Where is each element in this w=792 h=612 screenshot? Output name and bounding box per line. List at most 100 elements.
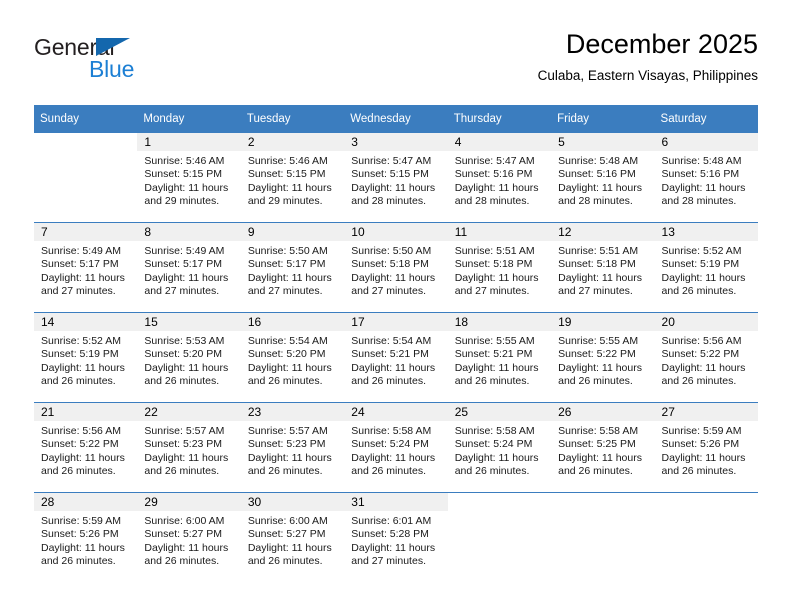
sunrise-text: Sunrise: 5:59 AM (41, 515, 121, 527)
day-details: Sunrise: 5:57 AM Sunset: 5:23 PM Daylight:… (137, 421, 240, 479)
day-details: Sunrise: 5:51 AM Sunset: 5:18 PM Daylight:… (551, 241, 654, 299)
sunset-text: Sunset: 5:19 PM (41, 348, 119, 361)
daylight-text-line1: Daylight: 11 hours (144, 451, 229, 464)
calendar-day-cell[interactable]: 8 Sunrise: 5:49 AM Sunset: 5:17 PM Daylight… (137, 222, 241, 313)
day-cell-content: 19 Sunrise: 5:55 AM Sunset: 5:22 PM Dayligh… (551, 313, 655, 402)
calendar-day-cell[interactable]: 17 Sunrise: 5:54 AM Sunset: 5:21 PM Dayligh… (344, 312, 448, 403)
daylight-text-line2: and 28 minutes. (454, 195, 530, 208)
day-details: Sunrise: 5:47 AM Sunset: 5:15 PM Daylight:… (344, 151, 447, 209)
calendar-body: 1 Sunrise: 5:46 AM Sunset: 5:15 PM Daylight… (34, 133, 758, 582)
day-number: 29 (137, 493, 241, 511)
calendar-day-cell[interactable]: 20 Sunrise: 5:56 AM Sunset: 5:22 PM Dayligh… (654, 312, 758, 403)
calendar-day-cell[interactable]: 29 Sunrise: 6:00 AM Sunset: 5:27 PM Dayligh… (137, 492, 241, 582)
calendar-day-cell[interactable]: 10 Sunrise: 5:50 AM Sunset: 5:18 PM Dayligh… (344, 222, 448, 313)
sunset-text: Sunset: 5:20 PM (144, 348, 223, 361)
day-number: 7 (34, 223, 138, 241)
calendar-day-cell[interactable]: 21 Sunrise: 5:56 AM Sunset: 5:22 PM Dayligh… (34, 402, 138, 493)
calendar-day-cell[interactable]: 25 Sunrise: 5:58 AM Sunset: 5:24 PM Dayligh… (447, 402, 552, 493)
calendar-day-cell[interactable]: 16 Sunrise: 5:54 AM Sunset: 5:20 PM Dayligh… (240, 312, 345, 403)
calendar-day-cell[interactable]: 6 Sunrise: 5:48 AM Sunset: 5:16 PM Daylight… (654, 133, 758, 223)
daylight-text-line1: Daylight: 11 hours (247, 541, 332, 554)
day-cell-content: 27 Sunrise: 5:59 AM Sunset: 5:26 PM Dayligh… (654, 403, 758, 492)
general-blue-logo[interactable]: General Blue (34, 34, 164, 86)
sunset-text: Sunset: 5:24 PM (351, 438, 429, 451)
day-details: Sunrise: 5:48 AM Sunset: 5:16 PM Daylight:… (551, 151, 654, 209)
sunset-text: Sunset: 5:17 PM (247, 258, 326, 271)
day-number: 31 (344, 493, 448, 511)
daylight-text-line2: and 26 minutes. (558, 465, 633, 478)
weekday-header-sunday: Sunday (34, 105, 138, 133)
title-block: December 2025 Culaba, Eastern Visayas, P… (538, 28, 758, 86)
day-cell-content: 23 Sunrise: 5:57 AM Sunset: 5:23 PM Dayligh… (240, 403, 345, 492)
sunset-text: Sunset: 5:19 PM (661, 258, 740, 271)
page-header: General Blue December 2025 Culaba, Easte… (34, 28, 758, 96)
calendar-day-cell[interactable]: 11 Sunrise: 5:51 AM Sunset: 5:18 PM Dayligh… (447, 222, 552, 313)
calendar-day-cell[interactable]: 15 Sunrise: 5:53 AM Sunset: 5:20 PM Dayligh… (137, 312, 241, 403)
calendar-day-cell[interactable]: 31 Sunrise: 6:01 AM Sunset: 5:28 PM Dayligh… (344, 492, 448, 582)
daylight-text-line1: Daylight: 11 hours (247, 451, 332, 464)
daylight-text-line2: and 26 minutes. (454, 465, 530, 478)
sunrise-text: Sunrise: 5:58 AM (454, 425, 535, 437)
daylight-text-line1: Daylight: 11 hours (351, 271, 436, 284)
day-cell-content: 17 Sunrise: 5:54 AM Sunset: 5:21 PM Dayligh… (344, 313, 448, 402)
calendar-day-cell[interactable]: 18 Sunrise: 5:55 AM Sunset: 5:21 PM Dayligh… (447, 312, 552, 403)
day-number: 22 (137, 403, 241, 421)
calendar-day-cell[interactable]: 23 Sunrise: 5:57 AM Sunset: 5:23 PM Dayligh… (240, 402, 345, 493)
calendar-day-cell[interactable]: 12 Sunrise: 5:51 AM Sunset: 5:18 PM Dayligh… (551, 222, 655, 313)
sunset-text: Sunset: 5:18 PM (558, 258, 636, 271)
day-details: Sunrise: 5:51 AM Sunset: 5:18 PM Daylight:… (448, 241, 551, 299)
calendar-day-cell[interactable]: 7 Sunrise: 5:49 AM Sunset: 5:17 PM Daylight… (34, 222, 138, 313)
day-cell-content: 1 Sunrise: 5:46 AM Sunset: 5:15 PM Daylight… (137, 133, 241, 222)
calendar-day-cell[interactable]: 28 Sunrise: 5:59 AM Sunset: 5:26 PM Dayligh… (34, 492, 138, 582)
day-number: 12 (551, 223, 655, 241)
day-details: Sunrise: 5:55 AM Sunset: 5:21 PM Daylight:… (448, 331, 551, 389)
day-number: 30 (240, 493, 345, 511)
day-number: 4 (447, 133, 552, 151)
sunset-text: Sunset: 5:27 PM (144, 528, 223, 541)
sunrise-text: Sunrise: 5:58 AM (351, 425, 432, 437)
daylight-text-line2: and 27 minutes. (144, 285, 220, 298)
day-details: Sunrise: 5:54 AM Sunset: 5:20 PM Daylight:… (241, 331, 344, 389)
day-number: 26 (551, 403, 655, 421)
calendar-day-cell[interactable]: 2 Sunrise: 5:46 AM Sunset: 5:15 PM Daylight… (240, 133, 345, 223)
calendar-day-cell[interactable]: 5 Sunrise: 5:48 AM Sunset: 5:16 PM Daylight… (551, 133, 655, 223)
day-details: Sunrise: 5:49 AM Sunset: 5:17 PM Daylight:… (34, 241, 137, 299)
day-cell-content: 18 Sunrise: 5:55 AM Sunset: 5:21 PM Dayligh… (447, 313, 552, 402)
day-cell-content: 5 Sunrise: 5:48 AM Sunset: 5:16 PM Daylight… (551, 133, 655, 222)
day-cell-content: 16 Sunrise: 5:54 AM Sunset: 5:20 PM Dayligh… (240, 313, 345, 402)
calendar-day-cell[interactable]: 27 Sunrise: 5:59 AM Sunset: 5:26 PM Dayligh… (654, 402, 758, 493)
calendar-day-cell[interactable]: 30 Sunrise: 6:00 AM Sunset: 5:27 PM Dayligh… (240, 492, 345, 582)
sunset-text: Sunset: 5:25 PM (558, 438, 636, 451)
calendar-day-cell[interactable]: 4 Sunrise: 5:47 AM Sunset: 5:16 PM Daylight… (447, 133, 552, 223)
sunrise-text: Sunrise: 5:57 AM (144, 425, 225, 437)
weekday-header-friday: Friday (551, 105, 655, 133)
day-details: Sunrise: 5:58 AM Sunset: 5:24 PM Daylight:… (448, 421, 551, 479)
daylight-text-line2: and 26 minutes. (247, 555, 323, 568)
sunrise-text: Sunrise: 5:47 AM (351, 155, 432, 167)
sunset-text: Sunset: 5:15 PM (247, 168, 326, 181)
day-cell-content: 20 Sunrise: 5:56 AM Sunset: 5:22 PM Dayligh… (654, 313, 758, 402)
day-number: 23 (240, 403, 345, 421)
calendar-day-cell[interactable]: 3 Sunrise: 5:47 AM Sunset: 5:15 PM Daylight… (344, 133, 448, 223)
day-cell-content (654, 493, 758, 582)
calendar-day-cell[interactable]: 14 Sunrise: 5:52 AM Sunset: 5:19 PM Dayligh… (34, 312, 138, 403)
calendar-day-cell[interactable]: 1 Sunrise: 5:46 AM Sunset: 5:15 PM Daylight… (137, 133, 241, 223)
day-cell-content: 24 Sunrise: 5:58 AM Sunset: 5:24 PM Dayligh… (344, 403, 448, 492)
daylight-text-line1: Daylight: 11 hours (144, 271, 229, 284)
calendar-day-cell[interactable]: 24 Sunrise: 5:58 AM Sunset: 5:24 PM Dayligh… (344, 402, 448, 493)
sunrise-text: Sunrise: 5:49 AM (41, 245, 121, 257)
daylight-text-line1: Daylight: 11 hours (351, 451, 436, 464)
calendar-day-cell[interactable]: 19 Sunrise: 5:55 AM Sunset: 5:22 PM Dayligh… (551, 312, 655, 403)
calendar-day-cell[interactable]: 13 Sunrise: 5:52 AM Sunset: 5:19 PM Dayligh… (654, 222, 758, 313)
day-number: 13 (654, 223, 758, 241)
calendar-day-cell[interactable]: 9 Sunrise: 5:50 AM Sunset: 5:17 PM Daylight… (240, 222, 345, 313)
sunrise-text: Sunrise: 6:01 AM (351, 515, 432, 527)
sunrise-text: Sunrise: 5:55 AM (454, 335, 535, 347)
sunset-text: Sunset: 5:28 PM (351, 528, 429, 541)
calendar-day-cell[interactable]: 22 Sunrise: 5:57 AM Sunset: 5:23 PM Dayligh… (137, 402, 241, 493)
daylight-text-line2: and 28 minutes. (558, 195, 633, 208)
sunrise-text: Sunrise: 5:46 AM (247, 155, 328, 167)
sunrise-text: Sunrise: 5:51 AM (454, 245, 535, 257)
daylight-text-line2: and 26 minutes. (41, 465, 116, 478)
calendar-day-cell[interactable]: 26 Sunrise: 5:58 AM Sunset: 5:25 PM Dayligh… (551, 402, 655, 493)
